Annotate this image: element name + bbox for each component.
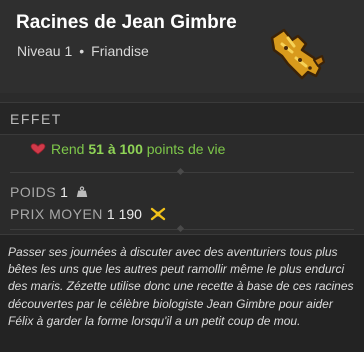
item-description: Passer ses journées à discuter avec des … [8, 245, 354, 328]
weight-label: POIDS [10, 184, 57, 200]
price-stat: PRIX MOYEN 1 190 [10, 206, 166, 222]
effects-header: EFFET [0, 102, 364, 135]
effect-suffix: points de vie [146, 141, 226, 157]
heart-icon [30, 143, 46, 155]
weight-value: 1 [60, 184, 68, 200]
price-label: PRIX MOYEN [10, 206, 103, 222]
divider-bottom [10, 224, 354, 233]
subtitle-separator: • [79, 43, 85, 59]
ginger-root-item-icon [270, 28, 325, 80]
effect-min: 51 [88, 141, 104, 157]
item-subtitle: Niveau 1 • Friandise [17, 43, 149, 59]
divider-ornament [176, 224, 185, 233]
divider-top [10, 167, 354, 176]
item-tooltip: Racines de Jean Gimbre Niveau 1 • Friandis… [0, 0, 364, 352]
item-description-box: Passer ses journées à discuter avec des … [0, 234, 364, 352]
weight-stat: POIDS 1 [10, 184, 88, 200]
effects-header-label: EFFET [10, 111, 62, 127]
tooltip-header: Racines de Jean Gimbre Niveau 1 • Friandis… [0, 0, 364, 93]
item-name: Racines de Jean Gimbre [16, 12, 237, 33]
effect-max: 100 [119, 141, 143, 157]
kama-icon [150, 207, 166, 221]
divider-ornament [176, 167, 185, 176]
item-level: Niveau 1 [17, 43, 73, 59]
effect-connector: à [107, 141, 116, 157]
weight-icon [76, 186, 87, 197]
effect-line-heal: Rend 51 à 100 points de vie [30, 141, 225, 157]
item-category: Friandise [91, 43, 149, 59]
price-value: 1 190 [106, 206, 142, 222]
effect-prefix: Rend [51, 141, 85, 157]
